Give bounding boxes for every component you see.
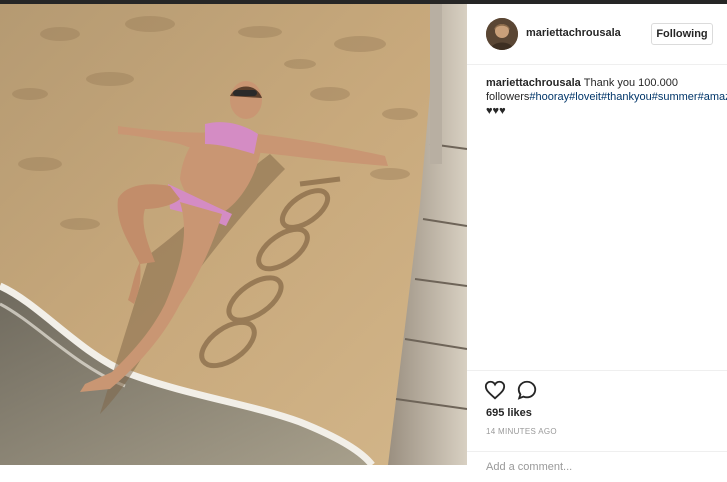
beach-photo xyxy=(0,4,467,465)
speech-bubble-icon[interactable] xyxy=(516,379,538,401)
hashtag[interactable]: #thankyou xyxy=(601,91,652,103)
caption-username[interactable]: mariettachrousala xyxy=(486,77,581,89)
post-sidebar: mariettachrousala Following mariettachro… xyxy=(467,4,727,476)
avatar-image xyxy=(486,18,518,50)
comment-input[interactable] xyxy=(486,458,706,476)
comment-bar xyxy=(467,451,727,482)
likes-count[interactable]: 695 likes xyxy=(486,407,532,419)
heart-outline-icon[interactable] xyxy=(484,379,506,401)
post-actions: 695 likes 14 MINUTES AGO xyxy=(467,370,727,476)
hashtag[interactable]: #summer xyxy=(652,91,698,103)
hashtag[interactable]: #loveit xyxy=(569,91,601,103)
caption-hearts: ♥♥♥ xyxy=(486,105,506,117)
header-username[interactable]: mariettachrousala xyxy=(526,27,621,39)
post-header: mariettachrousala Following xyxy=(467,4,727,65)
following-button[interactable]: Following xyxy=(651,23,713,45)
post-image[interactable] xyxy=(0,4,467,465)
hashtag[interactable]: #hooray xyxy=(529,91,569,103)
avatar[interactable] xyxy=(486,18,518,50)
post-timestamp[interactable]: 14 MINUTES AGO xyxy=(486,427,557,436)
hashtag[interactable]: #amazing xyxy=(698,91,727,103)
post-caption: mariettachrousala Thank you 100.000 follo… xyxy=(486,76,727,118)
